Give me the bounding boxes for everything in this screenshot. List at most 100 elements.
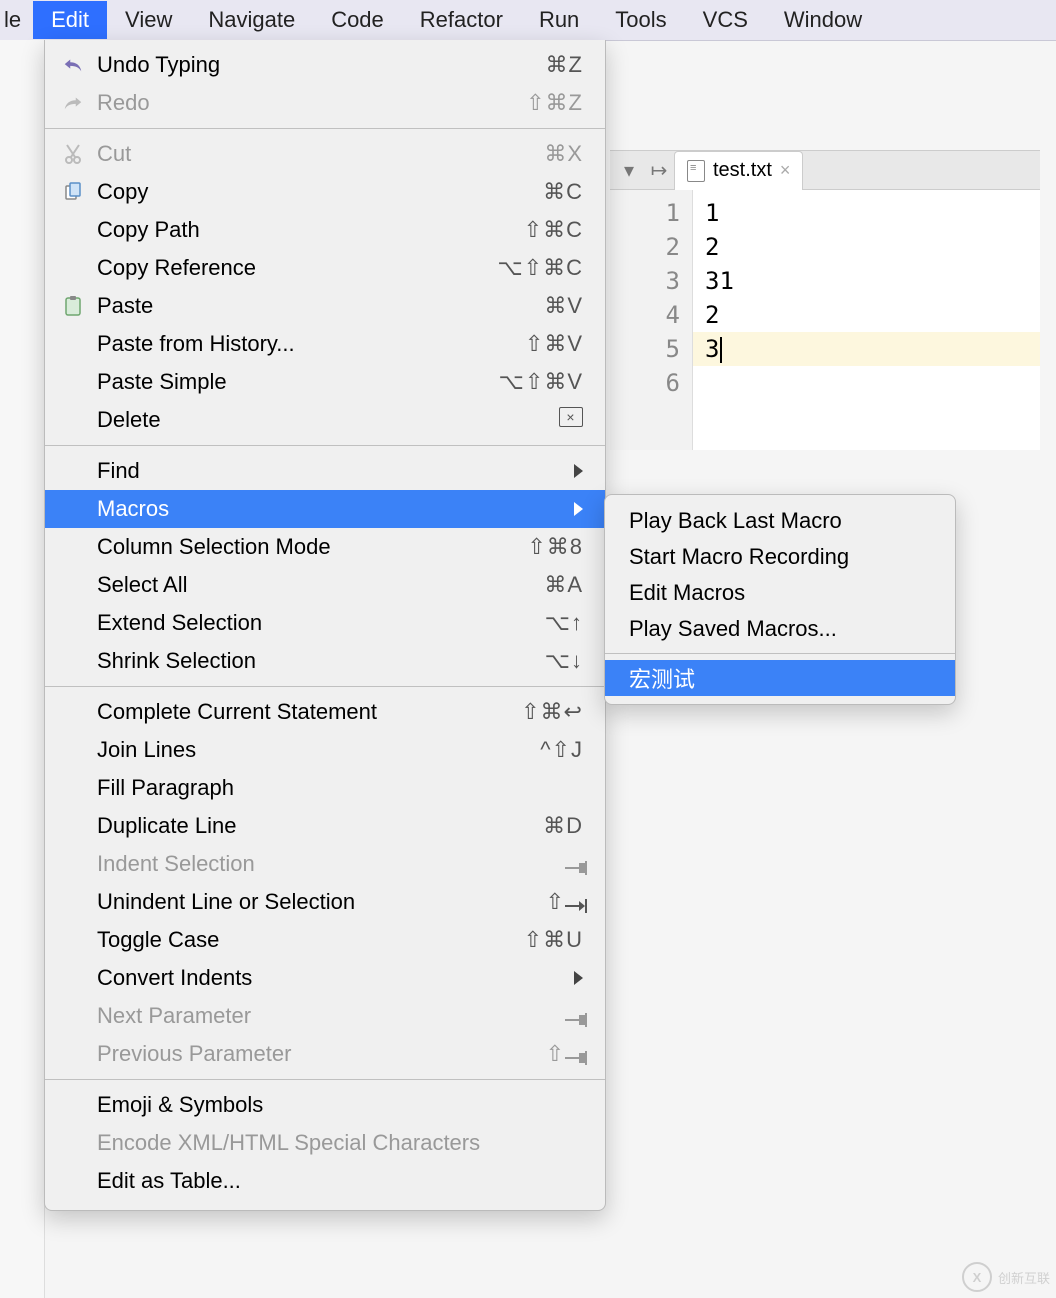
menu-bar: le Edit View Navigate Code Refactor Run …	[0, 0, 1056, 41]
menu-item-shortcut: ⇧⌘V	[483, 331, 583, 357]
menu-item-label: Fill Paragraph	[97, 775, 483, 801]
menu-item-shrink-selection[interactable]: Shrink Selection⌥↓	[45, 642, 605, 680]
menubar-item-vcs[interactable]: VCS	[685, 1, 766, 39]
menu-item-paste-simple[interactable]: Paste Simple⌥⇧⌘V	[45, 363, 605, 401]
menu-item-label: Next Parameter	[97, 1003, 483, 1029]
menu-item-emoji-symbols[interactable]: Emoji & Symbols	[45, 1086, 605, 1124]
menu-item-column-selection-mode[interactable]: Column Selection Mode⇧⌘8	[45, 528, 605, 566]
menu-separator	[45, 1079, 605, 1080]
menu-item-toggle-case[interactable]: Toggle Case⇧⌘U	[45, 921, 605, 959]
editor-body[interactable]: 123456 123123	[610, 190, 1040, 450]
edit-dropdown-menu: Undo Typing⌘ZRedo⇧⌘ZCut⌘XCopy⌘CCopy Path…	[44, 40, 606, 1211]
menu-item-shortcut: ⌥↑	[483, 610, 583, 636]
close-icon[interactable]: ×	[780, 160, 791, 181]
menu-item-label: Find	[97, 458, 566, 484]
menu-item-find[interactable]: Find	[45, 452, 605, 490]
menu-item-copy-path[interactable]: Copy Path⇧⌘C	[45, 211, 605, 249]
menu-item-label: Column Selection Mode	[97, 534, 483, 560]
editor-tab-test[interactable]: test.txt ×	[674, 151, 803, 190]
menu-item-delete[interactable]: Delete	[45, 401, 605, 439]
menu-item-label: Unindent Line or Selection	[97, 889, 483, 915]
code-line[interactable]: 2	[705, 230, 1040, 264]
menu-item-shortcut: ^⇧J	[483, 737, 583, 763]
menu-item-complete-current-statement[interactable]: Complete Current Statement⇧⌘↩	[45, 693, 605, 731]
menubar-item-run[interactable]: Run	[521, 1, 597, 39]
menu-separator	[45, 686, 605, 687]
editor-code-column[interactable]: 123123	[693, 190, 1040, 450]
paste-icon	[59, 295, 87, 317]
menu-item-previous-parameter: Previous Parameter⇧	[45, 1035, 605, 1073]
gutter-line-number: 1	[610, 196, 680, 230]
menu-item-copy-reference[interactable]: Copy Reference⌥⇧⌘C	[45, 249, 605, 287]
menu-item-label: Shrink Selection	[97, 648, 483, 674]
menu-item-paste[interactable]: Paste⌘V	[45, 287, 605, 325]
menu-item-indent-selection: Indent Selection	[45, 845, 605, 883]
menu-item-duplicate-line[interactable]: Duplicate Line⌘D	[45, 807, 605, 845]
menubar-item-refactor[interactable]: Refactor	[402, 1, 521, 39]
menu-item-join-lines[interactable]: Join Lines^⇧J	[45, 731, 605, 769]
menu-item-shortcut: ⇧⌘C	[483, 217, 583, 243]
submenu-item-3[interactable]: Play Saved Macros...	[605, 611, 955, 647]
gutter-line-number: 5	[610, 332, 680, 366]
menubar-item-navigate[interactable]: Navigate	[190, 1, 313, 39]
menu-item-shortcut: ⇧	[483, 1041, 583, 1067]
redo-icon	[59, 94, 87, 112]
submenu-item-1[interactable]: Start Macro Recording	[605, 539, 955, 575]
editor-area: ▾ ↦ test.txt × 123456 123123	[610, 150, 1040, 450]
editor-gutter: 123456	[610, 190, 693, 450]
menubar-item-code[interactable]: Code	[313, 1, 402, 39]
submenu-item-label: 宏测试	[629, 662, 695, 694]
menu-item-label: Previous Parameter	[97, 1041, 483, 1067]
menu-item-shortcut: ⇧	[483, 889, 583, 915]
code-line[interactable]: 31	[705, 264, 1040, 298]
editor-tab-row: ▾ ↦ test.txt ×	[610, 151, 1040, 190]
chevron-right-icon	[574, 502, 583, 516]
menu-item-shortcut: ⌘C	[483, 179, 583, 205]
menu-item-shortcut: ⌥⇧⌘V	[483, 369, 583, 395]
submenu-item-5[interactable]: 宏测试	[605, 660, 955, 696]
menu-item-extend-selection[interactable]: Extend Selection⌥↑	[45, 604, 605, 642]
menu-item-label: Encode XML/HTML Special Characters	[97, 1130, 483, 1156]
menubar-item-partial[interactable]: le	[0, 1, 33, 39]
watermark: X 创新互联	[962, 1262, 1050, 1292]
menu-item-fill-paragraph[interactable]: Fill Paragraph	[45, 769, 605, 807]
macros-submenu: Play Back Last Macro Start Macro Recordin…	[604, 494, 956, 705]
menu-item-edit-as-table[interactable]: Edit as Table...	[45, 1162, 605, 1200]
menu-item-label: Paste Simple	[97, 369, 483, 395]
menu-item-redo: Redo⇧⌘Z	[45, 84, 605, 122]
menubar-item-tools[interactable]: Tools	[597, 1, 684, 39]
menu-item-unindent-line-or-selection[interactable]: Unindent Line or Selection⇧	[45, 883, 605, 921]
menu-item-copy[interactable]: Copy⌘C	[45, 173, 605, 211]
menu-item-label: Toggle Case	[97, 927, 483, 953]
chevron-right-icon	[574, 971, 583, 985]
watermark-text: 创新互联	[998, 1268, 1050, 1287]
menu-item-next-parameter: Next Parameter	[45, 997, 605, 1035]
menu-item-paste-from-history[interactable]: Paste from History...⇧⌘V	[45, 325, 605, 363]
gutter-line-number: 3	[610, 264, 680, 298]
menu-item-convert-indents[interactable]: Convert Indents	[45, 959, 605, 997]
menu-separator	[45, 445, 605, 446]
menu-item-shortcut: ⌘V	[483, 293, 583, 319]
menu-item-encode-xml-html-special-characters: Encode XML/HTML Special Characters	[45, 1124, 605, 1162]
code-line[interactable]: 1	[705, 196, 1040, 230]
menu-item-select-all[interactable]: Select All⌘A	[45, 566, 605, 604]
submenu-item-0[interactable]: Play Back Last Macro	[605, 503, 955, 539]
menu-item-label: Copy	[97, 179, 483, 205]
submenu-item-label: Play Back Last Macro	[629, 508, 842, 534]
menu-item-undo-typing[interactable]: Undo Typing⌘Z	[45, 46, 605, 84]
menubar-item-edit[interactable]: Edit	[33, 1, 107, 39]
menu-item-macros[interactable]: Macros	[45, 490, 605, 528]
menu-item-label: Extend Selection	[97, 610, 483, 636]
submenu-item-2[interactable]: Edit Macros	[605, 575, 955, 611]
menu-item-label: Convert Indents	[97, 965, 566, 991]
code-line[interactable]: 2	[705, 298, 1040, 332]
menubar-item-window[interactable]: Window	[766, 1, 880, 39]
menu-item-shortcut: ⌘A	[483, 572, 583, 598]
code-line[interactable]: 3	[693, 332, 1040, 366]
menu-item-label: Complete Current Statement	[97, 699, 483, 725]
code-line[interactable]	[705, 366, 1040, 400]
dropdown-icon[interactable]: ▾	[614, 158, 644, 183]
tab-nav-icon[interactable]: ↦	[644, 158, 674, 183]
menu-item-label: Undo Typing	[97, 52, 483, 78]
menubar-item-view[interactable]: View	[107, 1, 190, 39]
